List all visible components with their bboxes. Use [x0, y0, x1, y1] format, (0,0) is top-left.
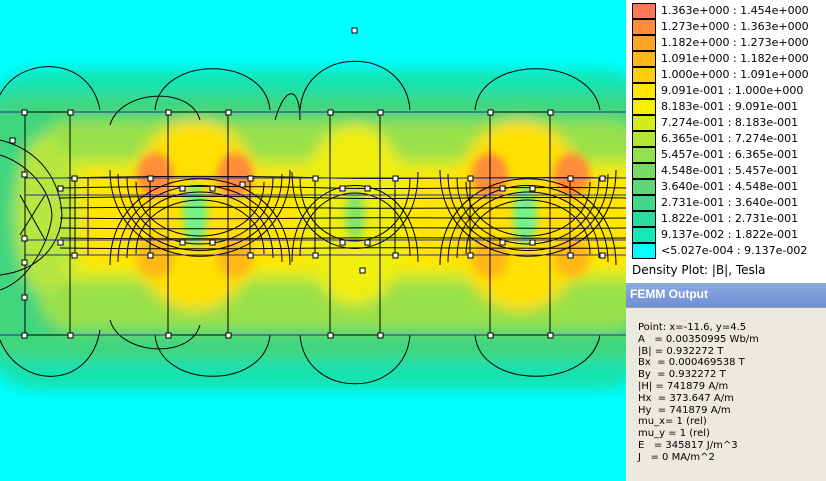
density-legend: 1.363e+000 : 1.454e+000 1.273e+000 : 1.36…	[626, 0, 826, 283]
legend-row: 9.137e-002 : 1.822e-001	[632, 227, 826, 243]
legend-row: 8.183e-001 : 9.091e-001	[632, 99, 826, 115]
legend-row: 1.363e+000 : 1.454e+000	[632, 3, 826, 19]
legend-label: <5.027e-004 : 9.137e-002	[661, 244, 808, 257]
legend-row: 7.274e-001 : 8.183e-001	[632, 115, 826, 131]
output-line: mu_y = 1 (rel)	[638, 428, 710, 440]
legend-row: 1.091e+000 : 1.182e+000	[632, 51, 826, 67]
legend-label: 1.363e+000 : 1.454e+000	[661, 4, 809, 17]
legend-row: 1.000e+000 : 1.091e+000	[632, 67, 826, 83]
legend-label: 1.091e+000 : 1.182e+000	[661, 52, 809, 65]
legend-row: 1.273e+000 : 1.363e+000	[632, 19, 826, 35]
legend-caption: Density Plot: |B|, Tesla	[632, 263, 766, 277]
legend-swatch	[632, 227, 656, 243]
legend-label: 1.182e+000 : 1.273e+000	[661, 36, 809, 49]
legend-swatch	[632, 99, 656, 115]
legend-swatch	[632, 195, 656, 211]
legend-row: 9.091e-001 : 1.000e+000	[632, 83, 826, 99]
legend-swatch	[632, 179, 656, 195]
legend-label: 8.183e-001 : 9.091e-001	[661, 100, 799, 113]
legend-row: 1.822e-001 : 2.731e-001	[632, 211, 826, 227]
output-panel-titlebar[interactable]: FEMM Output	[626, 283, 826, 307]
legend-swatch	[632, 147, 656, 163]
legend-row: 5.457e-001 : 6.365e-001	[632, 147, 826, 163]
legend-row: 2.731e-001 : 3.640e-001	[632, 195, 826, 211]
legend-label: 1.000e+000 : 1.091e+000	[661, 68, 809, 81]
legend-swatch	[632, 243, 656, 259]
output-panel-title: FEMM Output	[630, 287, 708, 301]
legend-label: 4.548e-001 : 5.457e-001	[661, 164, 799, 177]
output-line: A = 0.00350995 Wb/m	[638, 333, 759, 345]
legend-swatch	[632, 19, 656, 35]
output-line: Point: x=-11.6, y=4.5	[638, 322, 747, 333]
legend-label: 5.457e-001 : 6.365e-001	[661, 148, 799, 161]
legend-row: 3.640e-001 : 4.548e-001	[632, 179, 826, 195]
legend-label: 1.273e+000 : 1.363e+000	[661, 20, 809, 33]
output-line: Hx = 373.647 A/m	[638, 392, 734, 404]
output-line: |B| = 0.932272 T	[638, 345, 724, 357]
legend-label: 7.274e-001 : 8.183e-001	[661, 116, 799, 129]
legend-swatch	[632, 131, 656, 147]
output-line: By = 0.932272 T	[638, 369, 726, 381]
legend-label: 9.137e-002 : 1.822e-001	[661, 228, 799, 241]
output-line: |H| = 741879 A/m	[638, 380, 729, 392]
output-line: Hy = 741879 A/m	[638, 404, 731, 416]
legend-row: 4.548e-001 : 5.457e-001	[632, 163, 826, 179]
legend-swatch	[632, 67, 656, 83]
output-panel: Point: x=-11.6, y=4.5 A = 0.00350995 Wb/m…	[626, 307, 826, 481]
density-plot-canvas[interactable]	[0, 0, 626, 481]
legend-label: 9.091e-001 : 1.000e+000	[661, 84, 804, 97]
legend-label: 1.822e-001 : 2.731e-001	[661, 212, 799, 225]
output-line: Bx = 0.000469538 T	[638, 357, 745, 369]
legend-row: 1.182e+000 : 1.273e+000	[632, 35, 826, 51]
legend-swatch	[632, 83, 656, 99]
legend-swatch	[632, 35, 656, 51]
legend-row: 6.365e-001 : 7.274e-001	[632, 131, 826, 147]
legend-swatch	[632, 51, 656, 67]
legend-label: 6.365e-001 : 7.274e-001	[661, 132, 799, 145]
output-line: mu_x= 1 (rel)	[638, 416, 707, 428]
legend-swatch	[632, 211, 656, 227]
output-line: E = 345817 J/m^3	[638, 439, 738, 451]
legend-swatch	[632, 115, 656, 131]
femm-window: 1.363e+000 : 1.454e+000 1.273e+000 : 1.36…	[0, 0, 826, 481]
legend-label: 2.731e-001 : 3.640e-001	[661, 196, 799, 209]
output-readout: Point: x=-11.6, y=4.5 A = 0.00350995 Wb/m…	[638, 322, 759, 464]
legend-swatch	[632, 3, 656, 19]
legend-label: 3.640e-001 : 4.548e-001	[661, 180, 799, 193]
legend-swatch	[632, 163, 656, 179]
legend-row: <5.027e-004 : 9.137e-002	[632, 243, 826, 259]
output-line: J = 0 MA/m^2	[638, 451, 715, 463]
